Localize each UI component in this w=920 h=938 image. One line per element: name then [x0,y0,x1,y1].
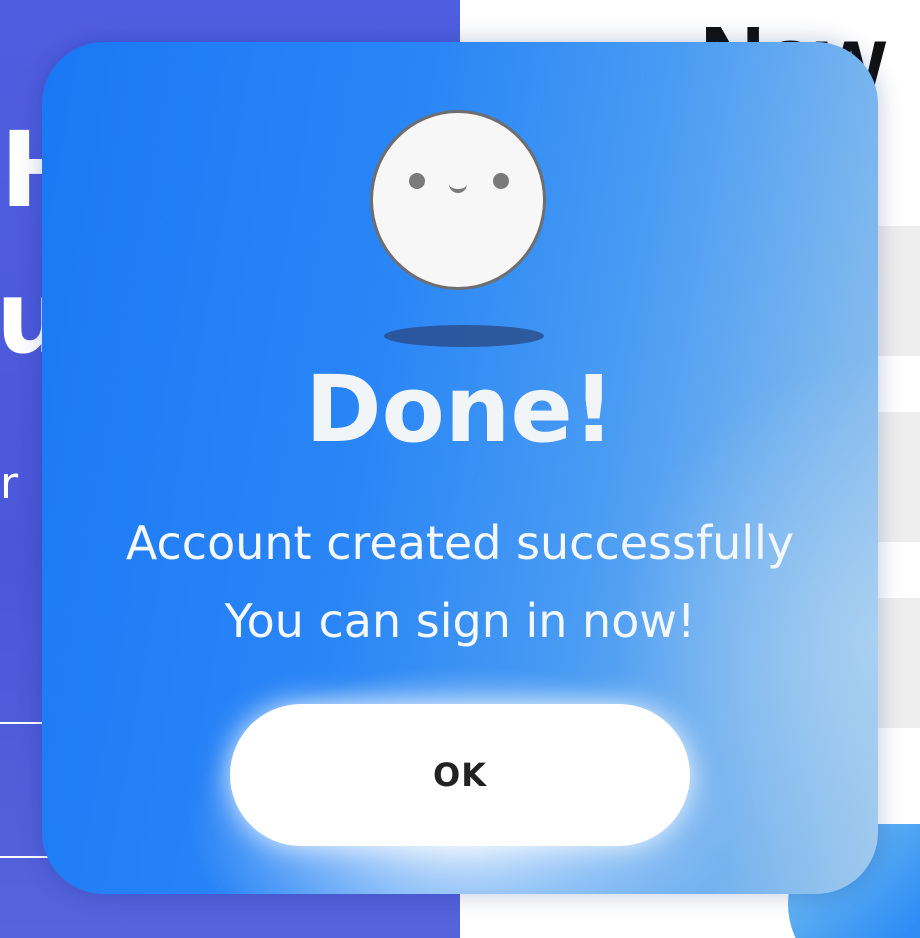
smiley-eye-left [409,173,425,189]
smiley-face-icon [370,110,546,290]
smiley-mouth [449,177,467,193]
smiley-eye-right [493,173,509,189]
background-text-fragment: r [0,458,19,509]
dialog-message-line-1: Account created successfully [125,516,795,570]
ok-button[interactable]: OK [230,704,690,846]
smiley-shadow [384,325,544,347]
success-dialog: Done! Account created successfully You c… [42,42,878,894]
dialog-message-line-2: You can sign in now! [224,594,696,648]
dialog-title: Done! [305,356,615,463]
